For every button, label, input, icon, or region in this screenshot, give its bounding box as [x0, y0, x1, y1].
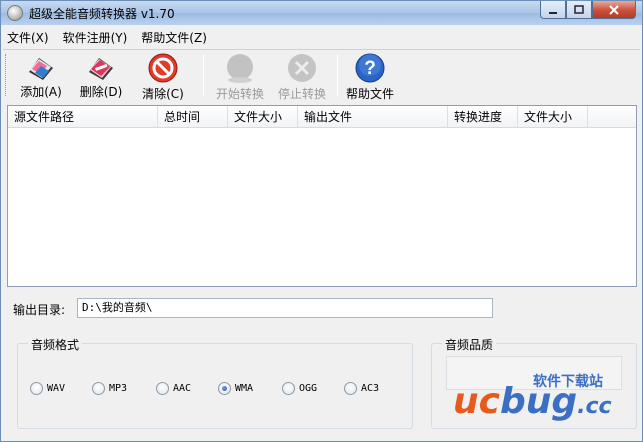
column-file-size[interactable]: 文件大小 — [228, 106, 298, 128]
column-source-path[interactable]: 源文件路径 — [8, 106, 158, 128]
add-button[interactable]: 添加(A) — [15, 52, 67, 100]
column-progress[interactable]: 转换进度 — [448, 106, 518, 128]
title-bar[interactable]: 超级全能音频转换器 v1.70 — [1, 1, 642, 25]
delete-icon — [89, 58, 113, 80]
column-output-file[interactable]: 输出文件 — [298, 106, 448, 128]
radio-aac-indicator[interactable] — [156, 382, 169, 395]
radio-aac-label: AAC — [173, 383, 192, 394]
menu-register[interactable]: 软件注册(Y) — [63, 29, 128, 46]
menu-file[interactable]: 文件(X) — [7, 29, 49, 46]
radio-wav[interactable]: WAV — [30, 382, 65, 395]
toolbar-separator — [337, 54, 338, 96]
stop-label: 停止转换 — [277, 87, 326, 101]
watermark-bug: bug — [499, 381, 578, 422]
radio-wav-indicator[interactable] — [30, 382, 43, 395]
audio-quality-title: 音频品质 — [442, 336, 497, 353]
radio-wav-label: WAV — [47, 383, 66, 394]
radio-wma[interactable]: WMA — [218, 382, 253, 395]
help-icon: ? — [355, 53, 385, 83]
radio-wma-indicator[interactable] — [218, 382, 231, 395]
watermark-uc: uc — [453, 381, 500, 422]
svg-text:?: ? — [364, 58, 376, 79]
radio-mp3-label: MP3 — [109, 383, 128, 394]
toolbar-separator — [203, 54, 204, 96]
radio-ogg-label: OGG — [299, 383, 318, 394]
toolbar-grip[interactable] — [5, 54, 8, 96]
app-icon[interactable] — [7, 5, 23, 21]
add-label: 添加(A) — [20, 85, 62, 99]
output-dir-input[interactable]: D:\我的音频\ — [77, 298, 493, 318]
window-title: 超级全能音频转换器 v1.70 — [29, 7, 175, 21]
window-controls — [540, 1, 636, 19]
app-window: 超级全能音频转换器 v1.70 文件(X) 软件注册(Y) 帮助文件(Z) 添加… — [0, 0, 643, 442]
start-convert-button[interactable]: 开始转换 — [209, 52, 271, 101]
radio-ogg-indicator[interactable] — [282, 382, 295, 395]
minimize-button[interactable] — [540, 1, 566, 19]
toolbar: 添加(A) 删除(D) 清除(C) 开始转换 停止转换 ? 帮助文件 — [3, 49, 640, 101]
watermark-cc: .cc — [577, 394, 612, 419]
add-icon — [29, 58, 53, 80]
radio-ac3[interactable]: AC3 — [344, 382, 379, 395]
clear-button[interactable]: 清除(C) — [137, 52, 189, 101]
audio-format-group: 音频格式 WAV MP3 AAC WMA OGG AC3 — [17, 336, 413, 429]
clear-icon — [148, 53, 178, 83]
radio-aac[interactable]: AAC — [156, 382, 191, 395]
maximize-icon — [574, 4, 584, 14]
help-button[interactable]: ? 帮助文件 — [341, 52, 399, 101]
clear-label: 清除(C) — [142, 87, 184, 101]
radio-ogg[interactable]: OGG — [282, 382, 317, 395]
file-list[interactable]: 源文件路径 总时间 文件大小 输出文件 转换进度 文件大小 — [7, 105, 637, 287]
delete-label: 删除(D) — [79, 85, 123, 99]
radio-mp3[interactable]: MP3 — [92, 382, 127, 395]
column-output-size[interactable]: 文件大小 — [518, 106, 588, 128]
column-total-time[interactable]: 总时间 — [158, 106, 228, 128]
minimize-icon — [549, 11, 557, 14]
start-label: 开始转换 — [215, 87, 264, 101]
watermark-logo: 软件下载站 ucbug.cc — [453, 367, 642, 437]
menu-help[interactable]: 帮助文件(Z) — [141, 29, 207, 46]
start-icon — [227, 54, 253, 83]
radio-ac3-indicator[interactable] — [344, 382, 357, 395]
menu-bar: 文件(X) 软件注册(Y) 帮助文件(Z) — [1, 27, 642, 47]
watermark-brand: ucbug.cc — [453, 381, 612, 422]
maximize-button[interactable] — [566, 1, 592, 19]
delete-button[interactable]: 删除(D) — [75, 52, 127, 100]
stop-icon — [288, 54, 316, 82]
close-icon — [609, 4, 619, 15]
stop-convert-button[interactable]: 停止转换 — [271, 52, 333, 101]
list-header: 源文件路径 总时间 文件大小 输出文件 转换进度 文件大小 — [8, 106, 636, 128]
close-button[interactable] — [592, 1, 636, 19]
radio-mp3-indicator[interactable] — [92, 382, 105, 395]
help-label: 帮助文件 — [345, 87, 394, 101]
radio-wma-label: WMA — [235, 383, 254, 394]
output-dir-label: 输出目录: — [13, 303, 66, 317]
radio-ac3-label: AC3 — [361, 383, 380, 394]
audio-format-title: 音频格式 — [28, 336, 83, 353]
